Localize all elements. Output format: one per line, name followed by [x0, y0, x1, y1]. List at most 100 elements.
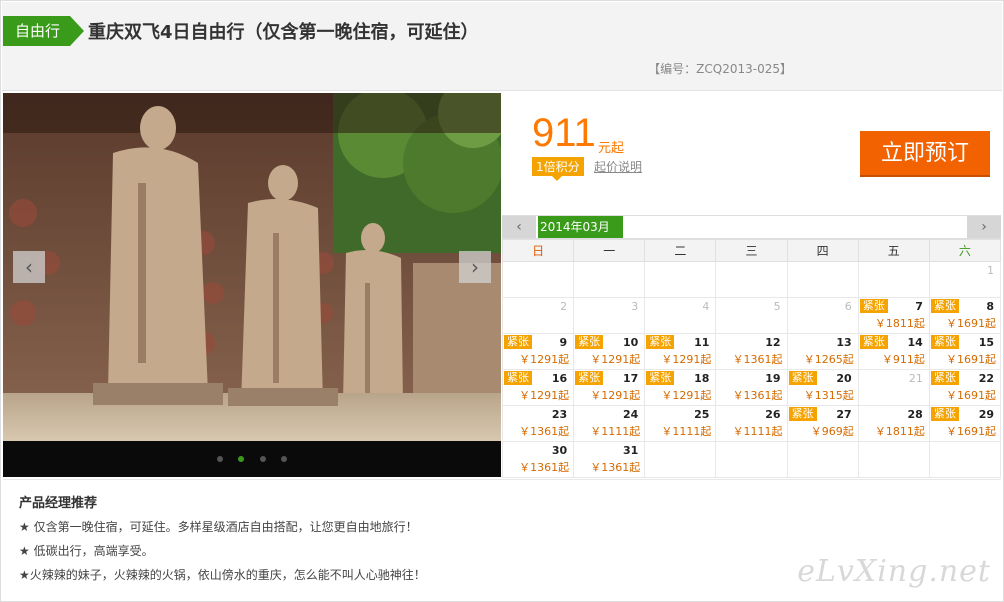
calendar-day-price: ￥1291起	[590, 389, 641, 402]
calendar-day-cell[interactable]: 紧张 16 ￥1291起	[501, 369, 575, 406]
calendar-day-number: 27	[836, 408, 852, 421]
calendar-day-number: 28	[907, 408, 923, 421]
availability-tight-badge: 紧张	[504, 371, 532, 385]
price-calendar: ‹ 2014年03月 › 日 一 二 三 四 五 六 1 2 3 4 5 6 紧张 7 ￥181…	[501, 215, 1002, 478]
calendar-day-cell[interactable]: 紧张 14 ￥911起	[857, 333, 930, 370]
availability-tight-badge: 紧张	[930, 407, 959, 421]
points-badge: 1倍积分	[532, 157, 584, 181]
calendar-day-cell[interactable]: 26 ￥1111起	[715, 405, 788, 442]
availability-tight-badge: 紧张	[575, 335, 604, 349]
calendar-day-cell: 3	[573, 297, 646, 334]
availability-tight-badge: 紧张	[646, 335, 675, 349]
weekday-header: 六	[928, 239, 1002, 262]
manager-recommendation: 产品经理推荐 ★ 仅含第一晚住宿，可延住。多样星级酒店自由搭配，让您更自由地旅行…	[3, 479, 1001, 601]
calendar-empty-cell	[786, 441, 859, 478]
calendar-day-cell: 4	[644, 297, 717, 334]
calendar-day-number: 19	[765, 372, 781, 385]
calendar-day-cell[interactable]: 19 ￥1361起	[715, 369, 788, 406]
calendar-week-row: 1	[501, 261, 1002, 298]
calendar-day-price: ￥1265起	[803, 353, 854, 366]
gallery-dot-active[interactable]	[238, 456, 245, 462]
calendar-day-price: ￥1691起	[946, 389, 996, 402]
calendar-day-price: ￥1361起	[732, 389, 783, 402]
calendar-day-number: 26	[765, 408, 781, 421]
availability-tight-badge: 紧张	[859, 299, 888, 313]
calendar-day-price: ￥1811起	[874, 425, 925, 438]
gallery-next-button[interactable]: ›	[459, 251, 491, 283]
calendar-day-price: ￥1361起	[519, 425, 570, 438]
recommendation-line: ★ 低碳出行，高端享受。	[19, 544, 154, 558]
calendar-day-cell[interactable]: 23 ￥1361起	[501, 405, 575, 442]
calendar-day-number: 25	[694, 408, 710, 421]
calendar-day-cell[interactable]: 紧张 22 ￥1691起	[928, 369, 1002, 406]
book-now-button[interactable]: 立即预订	[860, 131, 990, 177]
calendar-empty-cell	[501, 261, 575, 298]
calendar-day-cell[interactable]: 紧张 27 ￥969起	[786, 405, 859, 442]
price-note-link[interactable]: 起价说明	[594, 158, 642, 175]
calendar-day-cell[interactable]: 紧张 9 ￥1291起	[501, 333, 575, 370]
calendar-day-number: 6	[844, 300, 852, 313]
calendar-day-cell[interactable]: 13 ￥1265起	[786, 333, 859, 370]
calendar-day-price: ￥1315起	[803, 389, 854, 402]
calendar-day-cell[interactable]: 紧张 17 ￥1291起	[573, 369, 646, 406]
calendar-day-price: ￥1361起	[590, 461, 641, 474]
calendar-day-number: 13	[836, 336, 852, 349]
calendar-day-cell[interactable]: 紧张 8 ￥1691起	[928, 297, 1002, 334]
calendar-day-cell[interactable]: 紧张 7 ￥1811起	[857, 297, 930, 334]
calendar-empty-cell	[928, 441, 1002, 478]
calendar-day-cell[interactable]: 紧张 20 ￥1315起	[786, 369, 859, 406]
calendar-day-cell[interactable]: 31 ￥1361起	[573, 441, 646, 478]
product-code: 【编号：ZCQ2013-025】	[648, 62, 792, 76]
calendar-prev-button[interactable]: ‹	[502, 216, 536, 238]
calendar-day-number: 4	[702, 300, 710, 313]
calendar-day-cell[interactable]: 12 ￥1361起	[715, 333, 788, 370]
calendar-day-number: 1	[987, 264, 994, 277]
calendar-day-number: 24	[622, 408, 639, 421]
gallery-dot[interactable]	[217, 456, 224, 462]
availability-tight-badge: 紧张	[930, 371, 959, 385]
calendar-day-price: ￥1811起	[874, 317, 925, 330]
calendar-day-price: ￥911起	[881, 353, 925, 366]
gallery-dot[interactable]	[280, 456, 287, 462]
availability-tight-badge: 紧张	[504, 335, 532, 349]
calendar-nav: ‹ 2014年03月 ›	[502, 215, 1001, 239]
calendar-week-row: 紧张 9 ￥1291起 紧张 10 ￥1291起 紧张 11 ￥1291起 12 ￥1361起 13 ￥…	[501, 333, 1002, 370]
photo-gallery: ‹ ›	[3, 93, 501, 477]
calendar-day-number: 5	[773, 300, 781, 313]
calendar-day-cell[interactable]: 紧张 11 ￥1291起	[644, 333, 717, 370]
availability-tight-badge: 紧张	[646, 371, 675, 385]
gallery-dot[interactable]	[259, 456, 266, 462]
calendar-week-row: 30 ￥1361起 31 ￥1361起	[501, 441, 1002, 478]
calendar-day-number: 7	[915, 300, 923, 313]
calendar-day-number: 21	[908, 372, 923, 385]
calendar-empty-cell	[857, 441, 930, 478]
calendar-next-button[interactable]: ›	[967, 216, 1001, 238]
calendar-day-cell[interactable]: 紧张 29 ￥1691起	[928, 405, 1002, 442]
calendar-day-cell[interactable]: 24 ￥1111起	[573, 405, 646, 442]
calendar-day-number: 3	[631, 300, 639, 313]
calendar-day-price: ￥1361起	[519, 461, 570, 474]
calendar-day-cell[interactable]: 紧张 18 ￥1291起	[644, 369, 717, 406]
calendar-day-price: ￥1361起	[732, 353, 783, 366]
weekday-header: 四	[786, 239, 859, 262]
calendar-empty-cell	[715, 441, 788, 478]
calendar-empty-cell	[857, 261, 930, 298]
calendar-day-number: 30	[551, 444, 568, 457]
calendar-day-cell[interactable]: 30 ￥1361起	[501, 441, 575, 478]
calendar-day-cell: 1	[928, 261, 1002, 298]
calendar-day-price: ￥1691起	[946, 353, 996, 366]
calendar-day-cell[interactable]: 紧张 15 ￥1691起	[928, 333, 1002, 370]
calendar-day-price: ￥1291起	[519, 389, 570, 402]
availability-tight-badge: 紧张	[788, 371, 817, 385]
calendar-day-cell[interactable]: 28 ￥1811起	[857, 405, 930, 442]
calendar-day-number: 31	[622, 444, 639, 457]
calendar-week-row: 23 ￥1361起 24 ￥1111起 25 ￥1111起 26 ￥1111起 紧张 27 ￥969…	[501, 405, 1002, 442]
calendar-day-cell[interactable]: 25 ￥1111起	[644, 405, 717, 442]
weekday-header: 一	[573, 239, 646, 262]
availability-tight-badge: 紧张	[788, 407, 817, 421]
calendar-day-number: 10	[622, 336, 639, 349]
calendar-day-number: 12	[765, 336, 781, 349]
calendar-day-cell[interactable]: 紧张 10 ￥1291起	[573, 333, 646, 370]
product-header: 自由行 重庆双飞4日自由行（仅含第一晚住宿，可延住） 【编号：ZCQ2013-0…	[2, 2, 1002, 91]
gallery-prev-button[interactable]: ‹	[13, 251, 45, 283]
